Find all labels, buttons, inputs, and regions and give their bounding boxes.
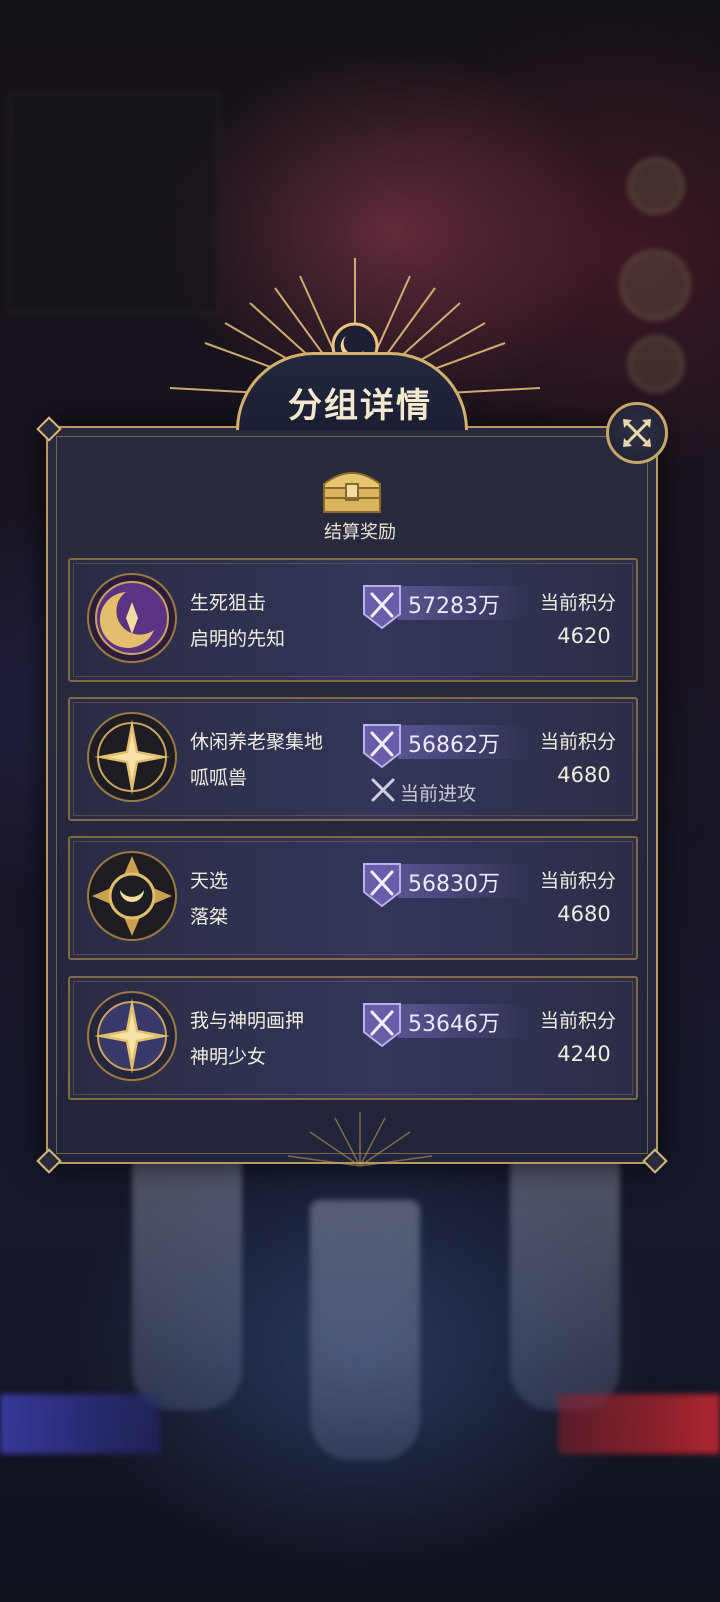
- power-value: 56830万: [408, 872, 500, 897]
- score-value: 4680: [557, 763, 611, 787]
- power-bar: [398, 1004, 528, 1038]
- background-ship: [310, 1200, 420, 1460]
- crossed-swords-shield-icon: [363, 1003, 401, 1048]
- group-name: 休闲养老聚集地: [190, 731, 324, 753]
- group-name: 生死狙击: [190, 592, 267, 614]
- compass-star-emblem-icon: [87, 712, 177, 802]
- power-value: 53646万: [408, 1012, 500, 1037]
- group-name: 我与神明画押: [190, 1010, 305, 1032]
- crossed-swords-shield-icon: [363, 724, 401, 769]
- score-label: 当前积分: [540, 870, 617, 892]
- crescent-moon-emblem-icon: [87, 573, 177, 663]
- close-button[interactable]: [606, 402, 668, 464]
- background-icon: [620, 250, 690, 320]
- attack-status: 当前进攻: [400, 783, 477, 805]
- compass-star-emblem-icon: [87, 991, 177, 1081]
- crossed-swords-icon: [371, 778, 395, 802]
- group-row[interactable]: 天选 落桀 56830万 当前积分 4680: [68, 836, 638, 960]
- score-value: 4680: [557, 902, 611, 926]
- close-icon: [623, 419, 651, 447]
- background-ship: [132, 1150, 242, 1410]
- group-leader: 启明的先知: [190, 628, 286, 650]
- group-row[interactable]: 生死狙击 启明的先知 57283万 当前积分 4620: [68, 558, 638, 682]
- reward-label: 结算奖励: [324, 522, 396, 543]
- group-row[interactable]: 休闲养老聚集地 呱呱兽 56862万 当前进攻 当前积分 4680: [68, 697, 638, 821]
- group-row[interactable]: 我与神明画押 神明少女 53646万 当前积分 4240: [68, 976, 638, 1100]
- background-left-button: [0, 1394, 160, 1454]
- background-icon: [628, 158, 684, 214]
- score-value: 4620: [557, 624, 611, 648]
- group-leader: 呱呱兽: [190, 767, 248, 789]
- score-label: 当前积分: [540, 731, 617, 753]
- power-bar: [398, 586, 528, 620]
- bottom-rays-decoration: [287, 1112, 433, 1167]
- score-label: 当前积分: [540, 1010, 617, 1032]
- crescent-sun-emblem-icon: [87, 851, 177, 941]
- group-leader: 落桀: [190, 906, 229, 928]
- group-name: 天选: [190, 870, 229, 892]
- crossed-swords-shield-icon: [363, 863, 401, 908]
- score-label: 当前积分: [540, 592, 617, 614]
- background-ship: [510, 1150, 620, 1410]
- power-bar: [398, 725, 528, 759]
- power-bar: [398, 864, 528, 898]
- background-right-button: [558, 1394, 720, 1454]
- power-value: 57283万: [408, 594, 500, 619]
- score-value: 4240: [557, 1042, 611, 1066]
- crossed-swords-shield-icon: [363, 585, 401, 630]
- group-leader: 神明少女: [190, 1046, 267, 1068]
- reward-chest-icon[interactable]: [318, 462, 386, 516]
- power-value: 56862万: [408, 733, 500, 758]
